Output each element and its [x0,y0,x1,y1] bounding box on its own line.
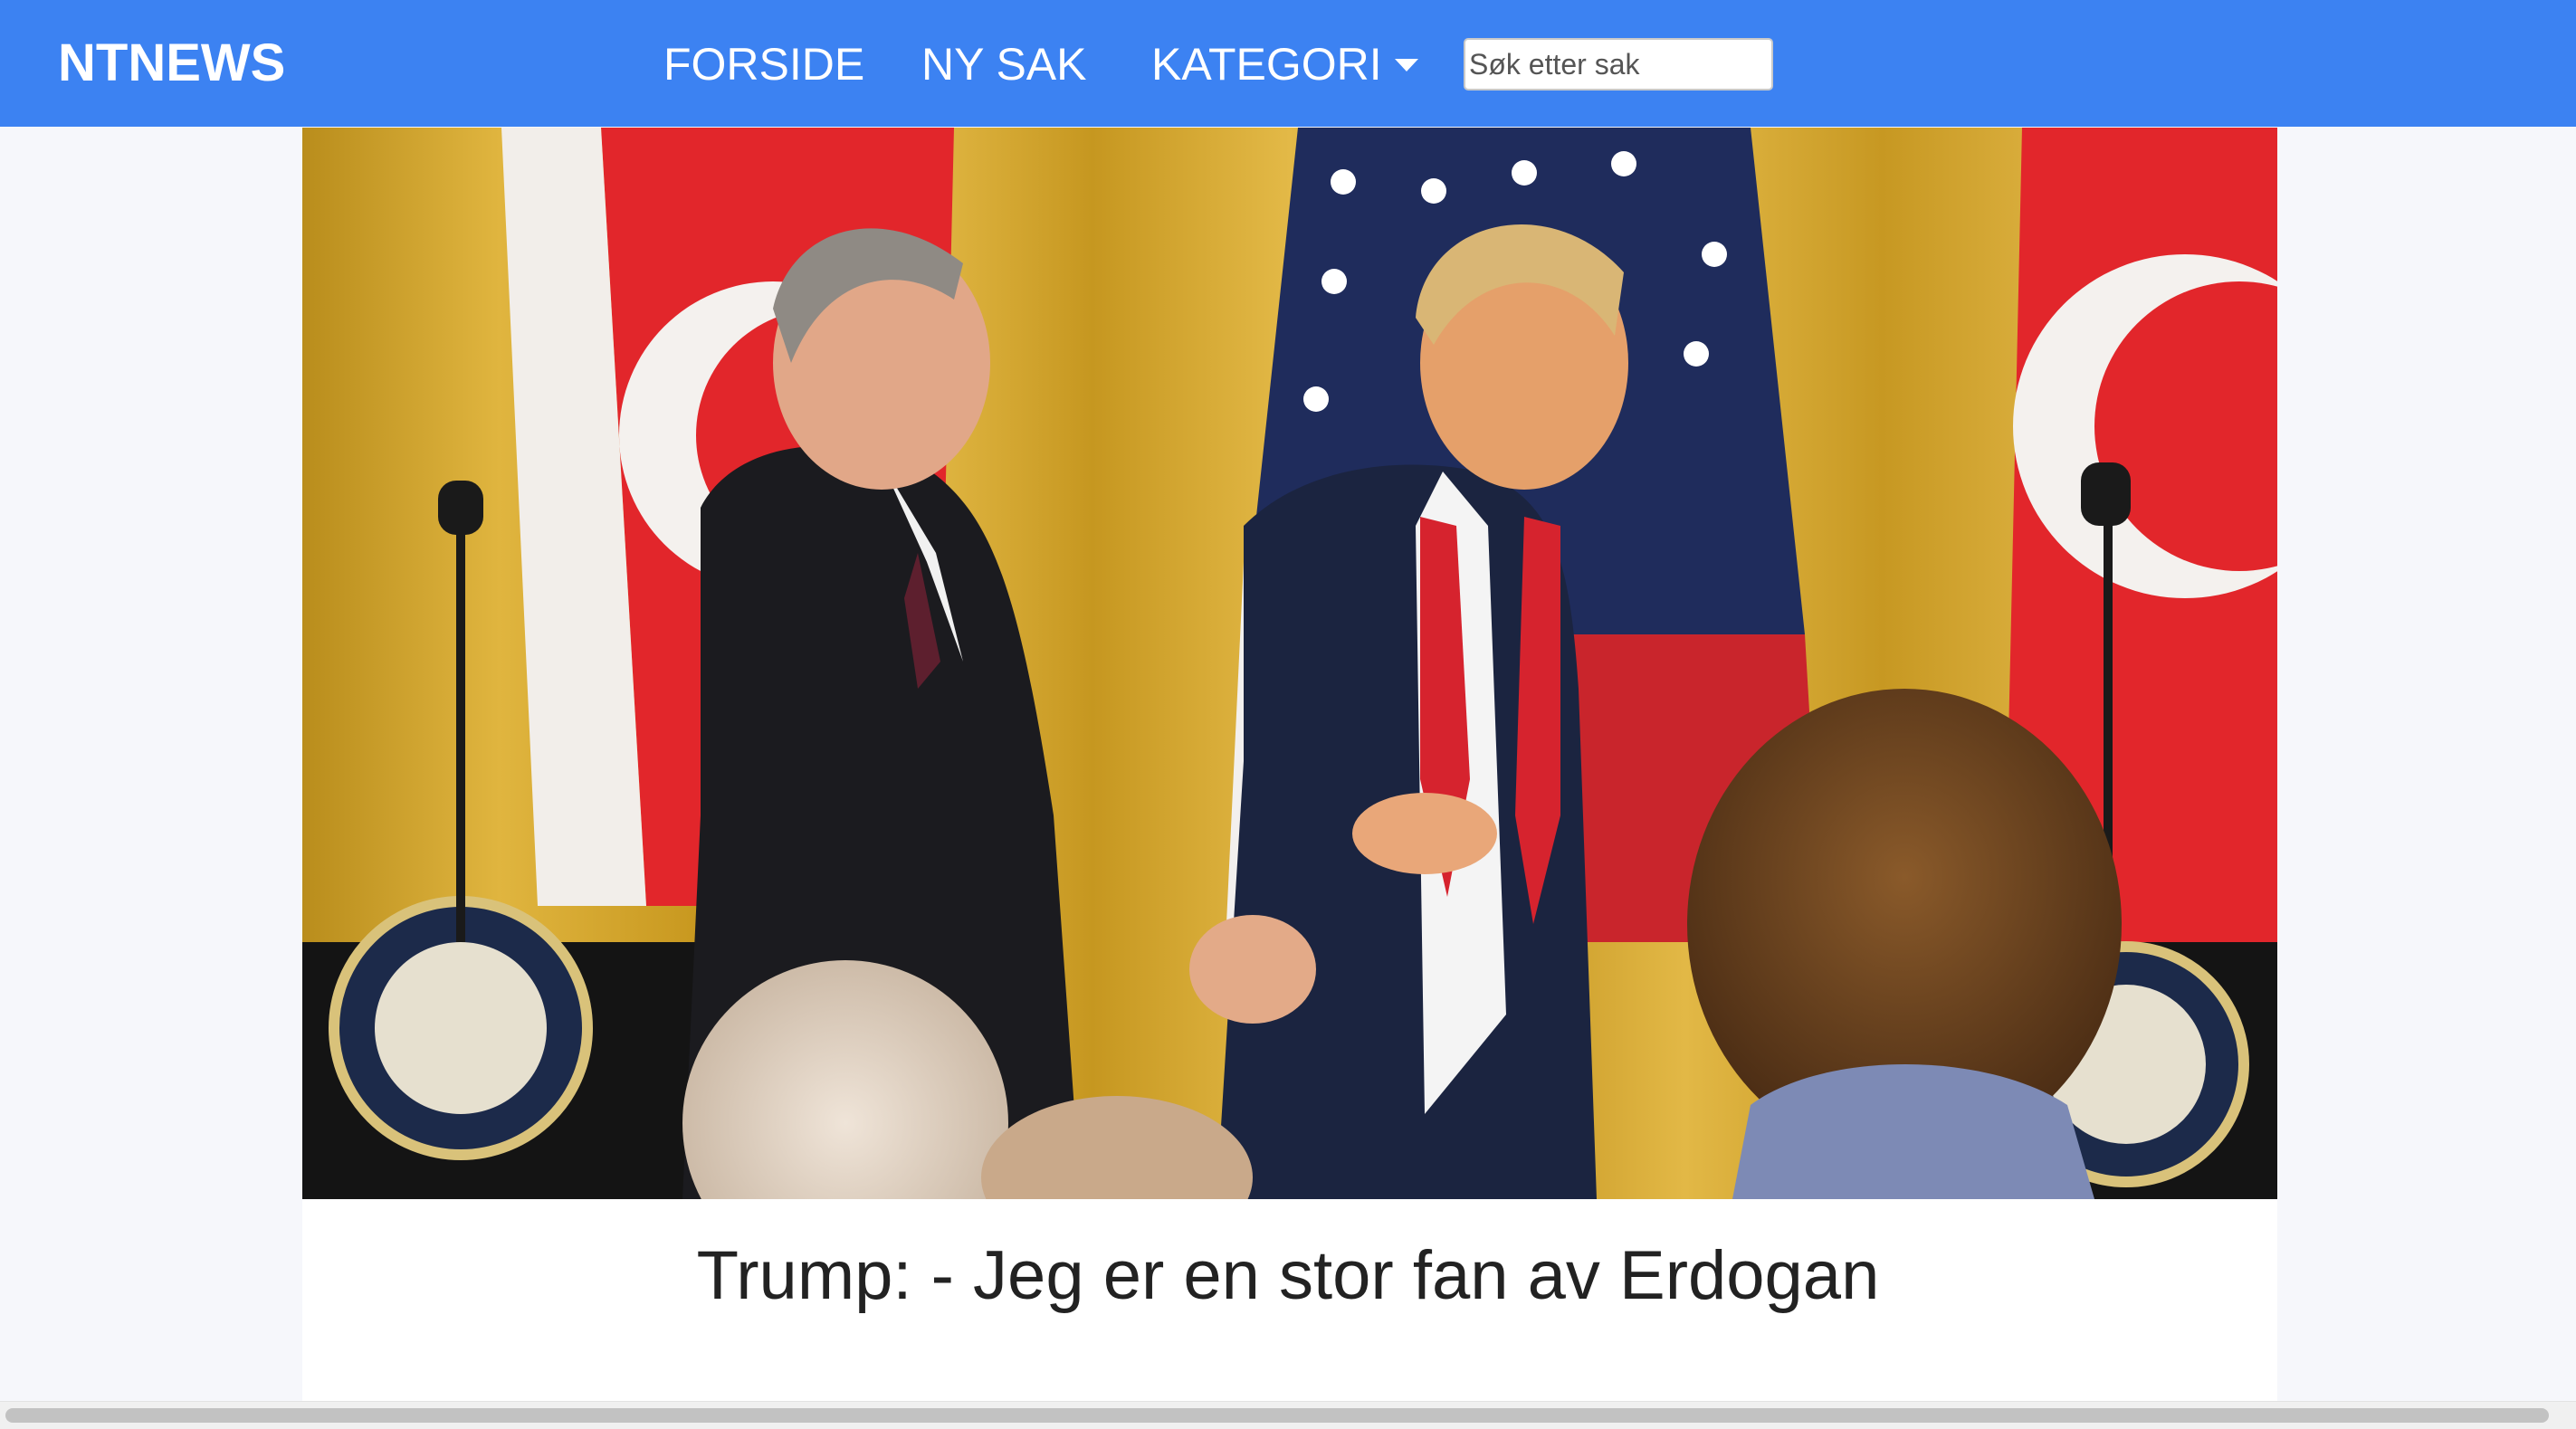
article-title: Trump: - Jeg er en stor fan av Erdogan [696,1237,1880,1314]
horizontal-scrollbar[interactable] [0,1401,2576,1429]
nav-dropdown-kategori[interactable]: KATEGORI [1151,34,1418,94]
search-input[interactable] [1464,38,1773,91]
nav-dropdown-kategori-label: KATEGORI [1151,39,1382,90]
scrollbar-thumb[interactable] [5,1408,2549,1423]
caret-down-icon [1394,58,1418,71]
article-card [302,128,2277,1401]
navbar: NTNEWS FORSIDE NY SAK KATEGORI [0,0,2576,127]
brand-logo[interactable]: NTNEWS [58,31,285,96]
nav-link-ny-sak[interactable]: NY SAK [921,34,1087,94]
hero-image[interactable] [302,128,2277,1199]
nav-link-forside[interactable]: FORSIDE [663,34,864,94]
